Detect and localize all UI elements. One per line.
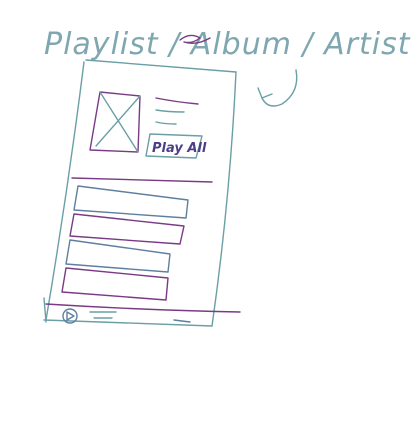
header-text-lines bbox=[155, 97, 199, 125]
player-track-lines bbox=[89, 311, 117, 319]
play-all-button[interactable]: Play All bbox=[145, 133, 207, 159]
header-divider bbox=[71, 177, 213, 183]
list-item[interactable] bbox=[65, 239, 171, 273]
mini-player bbox=[43, 297, 241, 324]
sketch-title: Playlist / Album / Artist bbox=[44, 27, 411, 62]
image-placeholder-icon bbox=[89, 91, 141, 153]
list-item[interactable] bbox=[61, 267, 169, 301]
sketch-canvas: Playlist / Album / Artist Play All bbox=[0, 0, 420, 422]
list-item[interactable] bbox=[69, 213, 185, 245]
track-list bbox=[61, 185, 189, 301]
wireframe-sketch: Playlist / Album / Artist Play All bbox=[43, 27, 411, 327]
list-item[interactable] bbox=[73, 185, 189, 219]
player-control[interactable] bbox=[173, 319, 191, 323]
play-all-label: Play All bbox=[152, 141, 207, 156]
arrow-icon bbox=[257, 69, 298, 107]
